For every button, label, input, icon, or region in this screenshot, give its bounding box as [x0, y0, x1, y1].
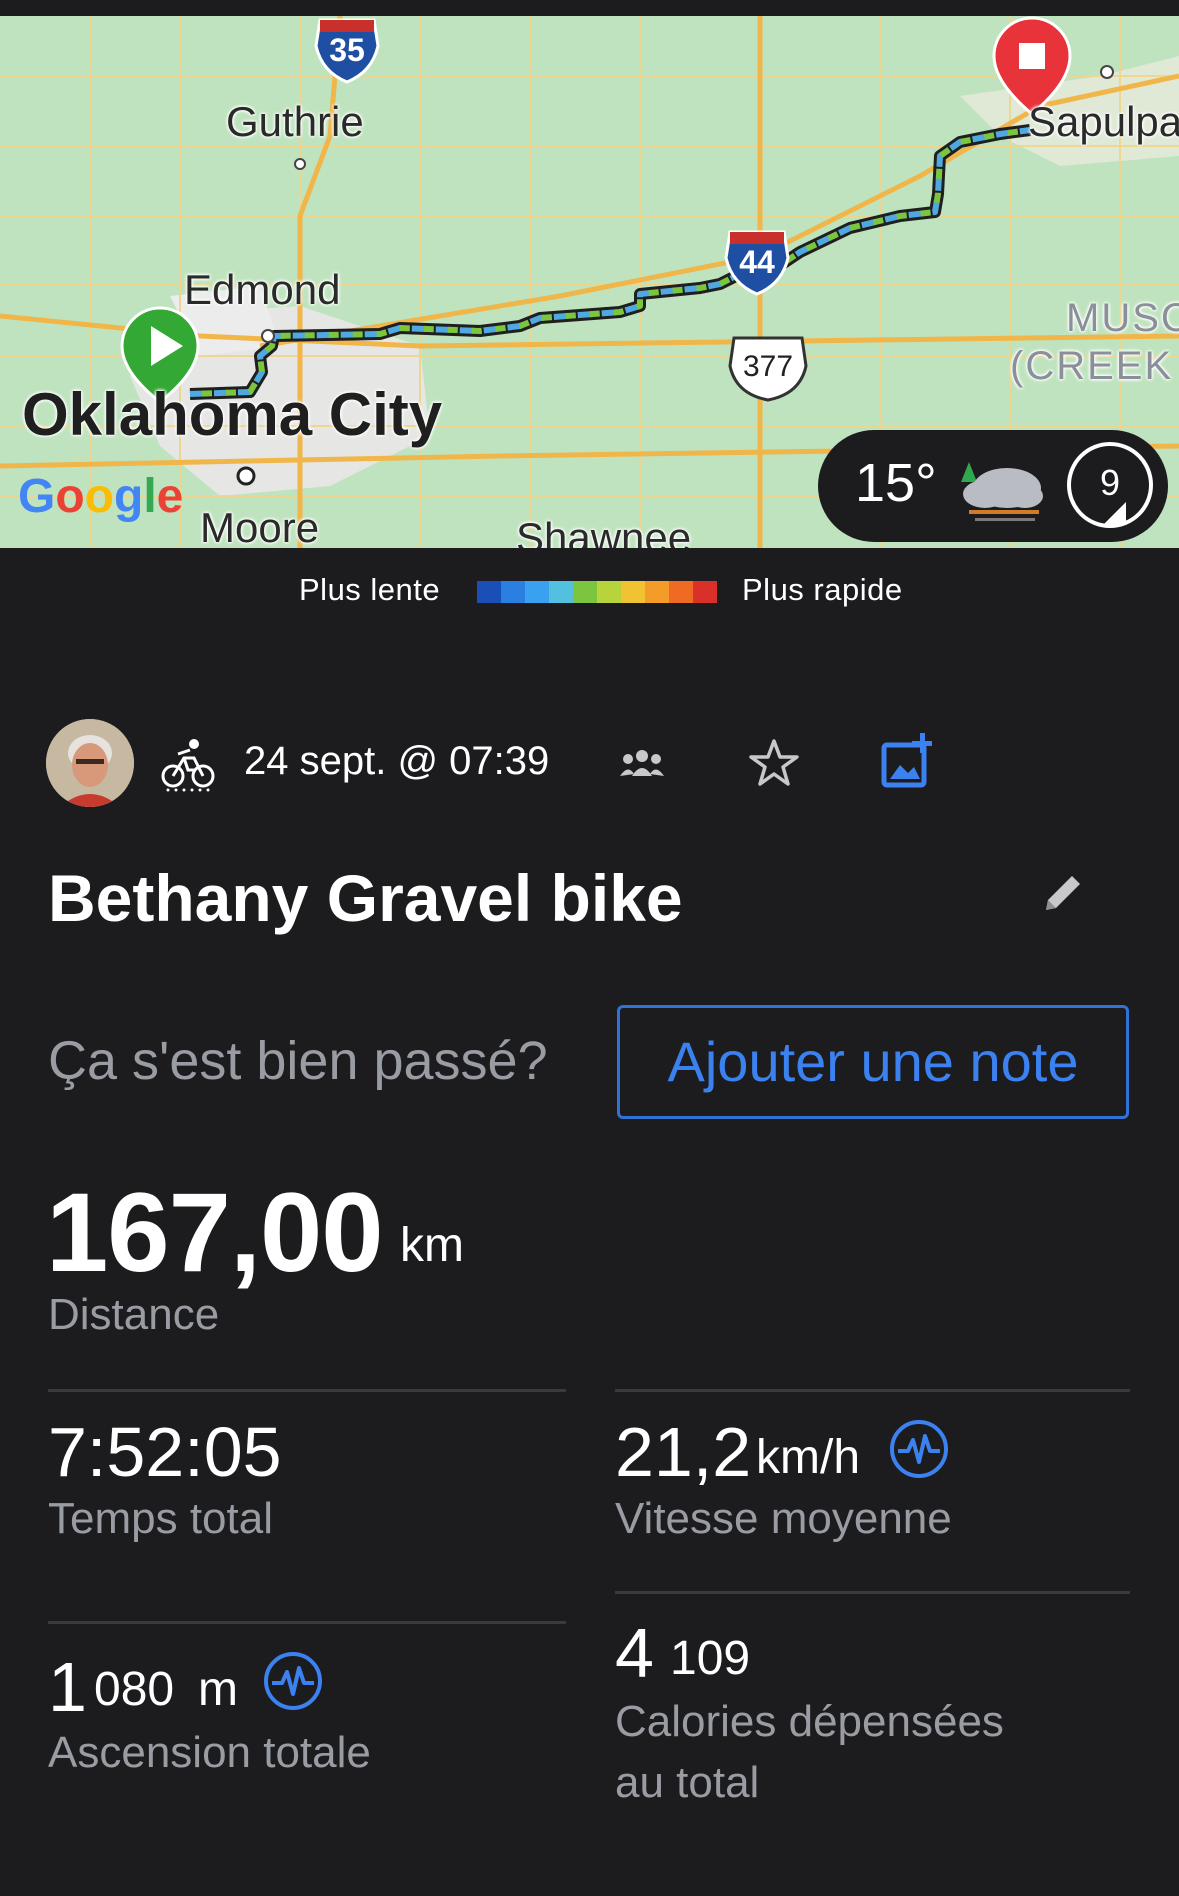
legend-slow-label: Plus lente [299, 572, 441, 607]
add-note-button[interactable]: Ajouter une note [617, 1005, 1129, 1119]
wind-speed: 9 [1099, 462, 1121, 503]
shield-label-us377: 377 [742, 350, 794, 383]
map-label-oklahoma-city: Oklahoma City [22, 381, 443, 448]
map-label-region-2: (CREEK [1010, 344, 1174, 388]
ascent-value-rest: 080 [94, 1663, 175, 1716]
calories-label-line1: Calories dépensées [615, 1697, 1004, 1746]
activity-title: Bethany Gravel bike [48, 861, 683, 935]
ascent-value-main: 1 [48, 1648, 87, 1726]
divider [48, 1621, 566, 1624]
map-label-region-1: MUSC [1066, 296, 1179, 340]
edit-pencil-icon[interactable] [1040, 870, 1086, 916]
shield-label-i44: 44 [739, 244, 775, 280]
legend-fast-label: Plus rapide [742, 572, 903, 607]
map-label-sapulpa: Sapulpa [1028, 98, 1179, 145]
performance-stats-icon[interactable] [262, 1650, 324, 1712]
avg-speed-unit: km/h [756, 1431, 861, 1484]
divider [48, 1389, 566, 1392]
cycling-icon [161, 739, 215, 792]
distance-label: Distance [48, 1290, 220, 1339]
group-icon[interactable] [620, 748, 664, 778]
distance-unit: km [400, 1219, 464, 1272]
ascent-label: Ascension totale [48, 1728, 371, 1777]
distance-value: 167,00 [46, 1170, 384, 1295]
status-bar-edge [0, 0, 1179, 16]
add-photo-icon[interactable] [880, 733, 936, 789]
activity-date: 24 sept. @ 07:39 [244, 739, 550, 783]
favorite-star-icon[interactable] [748, 738, 800, 788]
divider [615, 1389, 1130, 1392]
total-time-label: Temps total [48, 1494, 273, 1543]
total-time-value: 7:52:05 [48, 1413, 282, 1491]
weather-temperature: 15° [855, 453, 937, 513]
avg-speed-label: Vitesse moyenne [615, 1494, 952, 1543]
map-label-guthrie: Guthrie [226, 98, 364, 145]
divider [615, 1591, 1130, 1594]
map-label-edmond: Edmond [184, 266, 341, 313]
map-label-shawnee: Shawnee [516, 514, 692, 548]
ascent-unit: m [198, 1663, 238, 1716]
avatar[interactable] [46, 719, 134, 807]
calories-value-main: 4 [615, 1614, 654, 1692]
calories-label-line2: au total [615, 1758, 760, 1807]
avg-speed-value: 21,2 [615, 1413, 752, 1491]
feeling-question: Ça s'est bien passé? [48, 1031, 548, 1091]
map-label-moore: Moore [200, 504, 320, 548]
speed-legend-bar [477, 581, 717, 603]
google-logo: Google [18, 470, 184, 523]
calories-value-rest: 109 [670, 1632, 751, 1685]
performance-stats-icon[interactable] [888, 1418, 950, 1480]
cloudy-with-tree-icon [961, 462, 1043, 521]
shield-label-i35: 35 [329, 32, 365, 68]
